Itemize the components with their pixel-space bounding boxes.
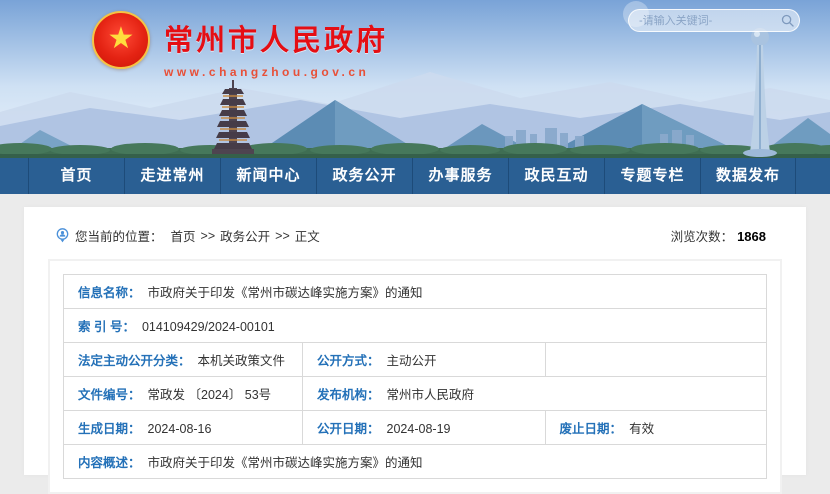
table-row: 文件编号：常政发 〔2024〕 53号 发布机构：常州市人民政府 bbox=[64, 377, 767, 411]
document-info-box: 信息名称：市政府关于印发《常州市碳达峰实施方案》的通知 索 引 号：014109… bbox=[48, 259, 782, 494]
cell-document-number: 文件编号：常政发 〔2024〕 53号 bbox=[64, 377, 303, 411]
view-counter-label: 浏览次数： bbox=[671, 230, 734, 244]
nav-item-about-changzhou[interactable]: 走进常州 bbox=[124, 158, 220, 194]
cell-disclosure-category: 法定主动公开分类：本机关政策文件 bbox=[64, 343, 303, 377]
breadcrumb-separator: >> bbox=[275, 229, 290, 243]
cell-content-summary: 内容概述：市政府关于印发《常州市碳达峰实施方案》的通知 bbox=[64, 445, 767, 479]
site-title: 常州市人民政府 bbox=[164, 17, 388, 59]
breadcrumb-separator: >> bbox=[201, 229, 216, 243]
cell-empty bbox=[545, 343, 766, 377]
table-row: 生成日期：2024-08-16 公开日期：2024-08-19 废止日期：有效 bbox=[64, 411, 767, 445]
table-row: 信息名称：市政府关于印发《常州市碳达峰实施方案》的通知 bbox=[64, 275, 767, 309]
cell-index-number: 索 引 号：014109429/2024-00101 bbox=[64, 309, 767, 343]
cell-disclosure-method: 公开方式：主动公开 bbox=[303, 343, 546, 377]
cell-issuing-agency: 发布机构：常州市人民政府 bbox=[303, 377, 767, 411]
national-emblem-icon: ★ bbox=[92, 11, 150, 69]
cell-expiry-date: 废止日期：有效 bbox=[545, 411, 766, 445]
nav-item-home[interactable]: 首页 bbox=[28, 158, 124, 194]
table-row: 内容概述：市政府关于印发《常州市碳达峰实施方案》的通知 bbox=[64, 445, 767, 479]
nav-item-interaction[interactable]: 政民互动 bbox=[508, 158, 604, 194]
cell-creation-date: 生成日期：2024-08-16 bbox=[64, 411, 303, 445]
breadcrumb-link-home[interactable]: 首页 bbox=[171, 226, 196, 245]
main-nav: 首页 走进常州 新闻中心 政务公开 办事服务 政民互动 专题专栏 数据发布 bbox=[0, 158, 830, 194]
content-panel: 您当前的位置： 首页 >> 政务公开 >> 正文 浏览次数：1868 信息名称：… bbox=[24, 207, 806, 475]
nav-item-data-release[interactable]: 数据发布 bbox=[700, 158, 796, 194]
breadcrumb-link-article[interactable]: 正文 bbox=[295, 226, 320, 245]
cell-info-name: 信息名称：市政府关于印发《常州市碳达峰实施方案》的通知 bbox=[64, 275, 767, 309]
table-row: 索 引 号：014109429/2024-00101 bbox=[64, 309, 767, 343]
nav-item-special-topics[interactable]: 专题专栏 bbox=[604, 158, 700, 194]
location-icon bbox=[56, 228, 69, 243]
view-counter: 浏览次数：1868 bbox=[671, 226, 766, 245]
site-header: ★ 常州市人民政府 www.changzhou.gov.cn bbox=[0, 0, 830, 158]
nav-item-services[interactable]: 办事服务 bbox=[412, 158, 508, 194]
breadcrumb: 您当前的位置： 首页 >> 政务公开 >> 正文 bbox=[56, 226, 320, 245]
nav-item-news-center[interactable]: 新闻中心 bbox=[220, 158, 316, 194]
cell-publish-date: 公开日期：2024-08-19 bbox=[303, 411, 546, 445]
table-row: 法定主动公开分类：本机关政策文件 公开方式：主动公开 bbox=[64, 343, 767, 377]
search-icon[interactable] bbox=[781, 14, 794, 27]
breadcrumb-row: 您当前的位置： 首页 >> 政务公开 >> 正文 浏览次数：1868 bbox=[24, 207, 806, 247]
breadcrumb-prefix: 您当前的位置： bbox=[75, 226, 163, 245]
document-info-table: 信息名称：市政府关于印发《常州市碳达峰实施方案》的通知 索 引 号：014109… bbox=[63, 274, 767, 479]
search-input[interactable] bbox=[639, 15, 781, 27]
site-logo[interactable]: ★ 常州市人民政府 www.changzhou.gov.cn bbox=[92, 11, 388, 79]
nav-item-gov-info[interactable]: 政务公开 bbox=[316, 158, 412, 194]
site-url: www.changzhou.gov.cn bbox=[164, 65, 388, 79]
view-count: 1868 bbox=[737, 229, 766, 244]
breadcrumb-link-gov-info[interactable]: 政务公开 bbox=[220, 226, 270, 245]
search-box[interactable] bbox=[628, 9, 800, 32]
